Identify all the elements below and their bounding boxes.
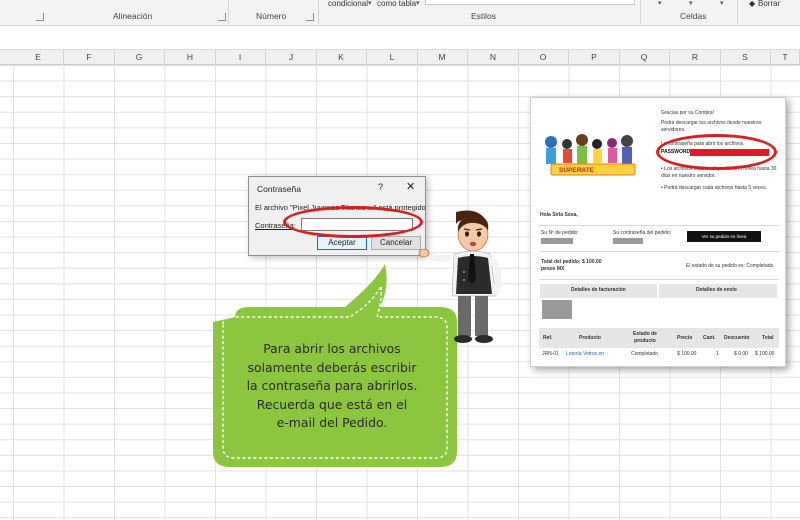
ribbon-separator <box>640 0 641 24</box>
excel-ribbon: Alineación Número condicional ▾ como tab… <box>0 0 800 26</box>
table-header: Ref. <box>543 335 553 341</box>
superate-logo-icon <box>545 134 636 176</box>
bubble-line: e-mail del Pedido. <box>276 415 388 430</box>
accept-button[interactable]: Aceptar <box>317 236 367 250</box>
column-headers: E F G H I J K L M N O P Q R S T <box>0 49 800 65</box>
table-header: Total <box>762 335 774 341</box>
dialog-title: Contraseña <box>257 184 301 194</box>
table-header: Cant. <box>703 335 716 341</box>
format-table-button[interactable]: como tabla <box>377 0 416 8</box>
table-cell: Completado <box>631 351 658 357</box>
column-header[interactable]: O <box>518 50 569 65</box>
chevron-down-icon: ▾ <box>416 0 420 7</box>
billing-redacted <box>542 300 572 319</box>
order-password-redacted <box>613 238 643 244</box>
bubble-line: Para abrir los archivos <box>263 341 401 356</box>
table-cell: $ 0.00 <box>734 351 748 357</box>
column-header[interactable]: I <box>215 50 266 65</box>
table-header: Estado de producto <box>633 331 657 344</box>
password-field-highlight <box>283 206 423 238</box>
divider <box>539 279 779 280</box>
download-text: Podrá descargar los archivos desde nuest… <box>661 120 762 133</box>
table-cell[interactable]: Lotería Vetros en <box>566 351 604 358</box>
column-header[interactable]: T <box>771 50 800 65</box>
eraser-icon: ◆ <box>749 0 756 8</box>
column-header[interactable]: K <box>316 50 367 65</box>
cell-styles-gallery[interactable] <box>425 0 635 5</box>
column-header[interactable]: J <box>266 50 317 65</box>
shipping-header: Detalles de envío <box>696 287 737 293</box>
ribbon-group-celdas: Celdas <box>680 11 707 21</box>
speech-bubble-text: Para abrir los archivos solamente deberá… <box>218 340 446 433</box>
divider <box>539 225 779 226</box>
email-password-highlight <box>656 134 777 170</box>
order-password-label: Su contraseña del pedido: <box>613 230 672 236</box>
column-header[interactable]: L <box>367 50 418 65</box>
column-header[interactable]: N <box>468 50 519 65</box>
column-header[interactable]: E <box>13 50 64 65</box>
ribbon-group-numero: Número <box>256 11 287 21</box>
chevron-down-icon[interactable]: ▾ <box>658 0 662 7</box>
formula-area <box>0 27 800 49</box>
ribbon-group-alineacion: Alineación <box>113 11 153 21</box>
column-header[interactable]: R <box>670 50 721 65</box>
close-icon[interactable]: ✕ <box>406 180 415 193</box>
ribbon-separator <box>318 0 319 24</box>
column-header[interactable]: Q <box>619 50 670 65</box>
table-cell: JRN-01 <box>542 351 559 357</box>
bubble-line: solamente deberás escribir <box>247 359 417 375</box>
help-icon[interactable]: ? <box>378 182 383 192</box>
order-total: Total del pedido: $ 100.00 pesos MX <box>541 259 602 272</box>
divider <box>539 251 779 252</box>
billing-header: Detalles de facturación <box>571 287 626 293</box>
chevron-down-icon[interactable]: ▾ <box>720 0 724 7</box>
column-header[interactable]: M <box>417 50 468 65</box>
cartoon-character-icon <box>418 210 502 343</box>
cancel-button[interactable]: Cancelar <box>371 236 421 250</box>
column-header[interactable]: H <box>165 50 216 65</box>
greeting-text: Hola Sirla Sosa, <box>540 212 578 218</box>
column-header[interactable]: F <box>64 50 115 65</box>
table-cell: 1 <box>716 351 719 357</box>
bubble-line: la contraseña para abrirlos. <box>246 378 418 393</box>
column-header[interactable]: P <box>569 50 620 65</box>
ribbon-group-estilos: Estilos <box>471 11 497 21</box>
bubble-line: Recuerda que está en el <box>256 396 408 412</box>
ribbon-separator <box>228 0 229 24</box>
table-header: Producto <box>579 335 601 341</box>
table-header: Precio <box>677 335 693 341</box>
table-cell: $ 100.00 <box>677 351 697 357</box>
chevron-down-icon[interactable]: ▾ <box>689 0 693 7</box>
order-number-label: Su Nº de pedido: <box>541 230 579 236</box>
thanks-text: Gracias por su Compra! <box>661 110 715 116</box>
column-header[interactable]: S <box>720 50 771 65</box>
format-conditional-button[interactable]: condicional <box>328 0 368 8</box>
order-status: El estado de su pedido es: Completado. <box>686 263 775 269</box>
ribbon-launcher-icon[interactable] <box>36 13 44 21</box>
download-times-text: • Podrá descargar cada archivos hasta 5 … <box>661 185 767 191</box>
logo-text: SUPERATE <box>559 167 594 174</box>
ribbon-separator <box>737 0 738 24</box>
clear-button[interactable]: Borrar <box>758 0 780 8</box>
column-header[interactable]: G <box>114 50 165 65</box>
view-order-button[interactable]: Ver su pedido en línea <box>687 231 761 242</box>
table-cell: $ 100.00 <box>755 351 775 357</box>
chevron-down-icon: ▾ <box>368 0 372 7</box>
numero-launcher-icon[interactable] <box>306 13 314 21</box>
alineacion-launcher-icon[interactable] <box>218 13 226 21</box>
order-number-redacted <box>541 238 573 244</box>
table-header: Descuento <box>724 335 750 341</box>
